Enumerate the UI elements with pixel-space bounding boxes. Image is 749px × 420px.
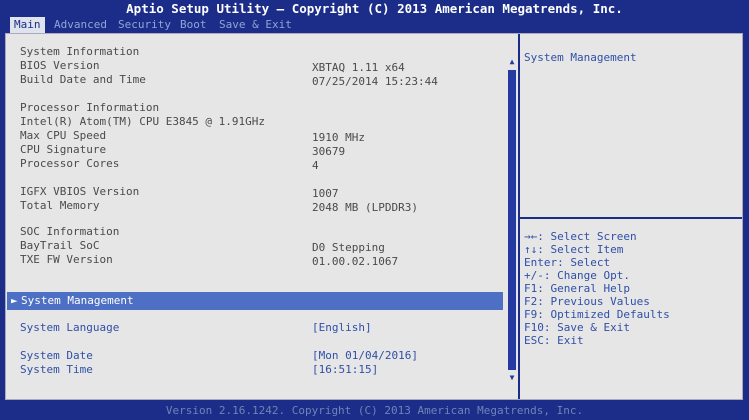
help-key-optimized-defaults: F9: Optimized Defaults — [524, 308, 670, 321]
help-key-enter: Enter: Select — [524, 256, 611, 269]
total-memory-value: 2048 MB (LPDDR3) — [312, 201, 418, 214]
build-date-label: Build Date and Time — [20, 73, 146, 86]
system-date-label[interactable]: System Date — [20, 349, 93, 363]
system-language-value[interactable]: [English] — [312, 321, 372, 335]
help-description: System Management — [524, 51, 637, 64]
system-date-value[interactable]: [Mon 01/04/2016] — [312, 349, 418, 363]
window-title: Aptio Setup Utility – Copyright (C) 2013… — [126, 1, 623, 16]
tab-boot[interactable]: Boot — [180, 17, 207, 33]
help-key-select-item: ↑↓: Select Item — [524, 243, 624, 256]
help-divider — [520, 217, 742, 219]
tab-advanced[interactable]: Advanced — [54, 17, 107, 33]
processor-cores-value: 4 — [312, 159, 319, 172]
section-system-information: System Information — [20, 45, 140, 58]
max-cpu-speed-value: 1910 MHz — [312, 131, 365, 144]
igfx-vbios-value: 1007 — [312, 187, 339, 200]
system-language-label[interactable]: System Language — [20, 321, 119, 335]
bios-version-label: BIOS Version — [20, 59, 100, 72]
system-time-value[interactable]: [16:51:15] — [312, 363, 378, 377]
baytrail-soc-value: D0 Stepping — [312, 241, 385, 254]
scrollbar[interactable]: ▲ ▼ — [508, 56, 516, 382]
system-management-label: System Management — [21, 294, 134, 307]
scroll-up-icon[interactable]: ▲ — [508, 58, 516, 66]
processor-cores-label: Processor Cores — [20, 157, 120, 170]
cpu-signature-label: CPU Signature — [20, 143, 107, 156]
txe-fw-version-label: TXE FW Version — [20, 253, 113, 266]
tab-save-exit[interactable]: Save & Exit — [219, 17, 292, 33]
system-management-menu-item[interactable]: ► System Management — [7, 292, 503, 310]
help-key-previous-values: F2: Previous Values — [524, 295, 650, 308]
tab-security[interactable]: Security — [118, 17, 171, 33]
total-memory-label: Total Memory — [20, 199, 100, 212]
baytrail-soc-label: BayTrail SoC — [20, 239, 100, 252]
help-key-change-opt: +/-: Change Opt. — [524, 269, 630, 282]
section-soc-information: SOC Information — [20, 225, 120, 238]
cpu-name: Intel(R) Atom(TM) CPU E3845 @ 1.91GHz — [20, 115, 266, 128]
help-key-select-screen: →←: Select Screen — [524, 230, 637, 243]
footer-version: Version 2.16.1242. Copyright (C) 2013 Am… — [165, 404, 584, 417]
help-key-general-help: F1: General Help — [524, 282, 630, 295]
scrollbar-thumb[interactable] — [508, 70, 516, 370]
section-processor-information: Processor Information — [20, 101, 160, 114]
max-cpu-speed-label: Max CPU Speed — [20, 129, 107, 142]
main-panel: System Information BIOS Version XBTAQ 1.… — [5, 33, 743, 400]
system-time-label[interactable]: System Time — [20, 363, 93, 377]
igfx-vbios-label: IGFX VBIOS Version — [20, 185, 140, 198]
cpu-signature-value: 30679 — [312, 145, 346, 158]
build-date-value: 07/25/2014 15:23:44 — [312, 75, 438, 88]
bios-version-value: XBTAQ 1.11 x64 — [312, 61, 405, 74]
submenu-arrow-icon: ► — [11, 294, 18, 307]
tab-main[interactable]: Main — [10, 17, 45, 33]
scroll-down-icon[interactable]: ▼ — [508, 374, 516, 382]
help-key-save-exit: F10: Save & Exit — [524, 321, 630, 334]
txe-fw-version-value: 01.00.02.1067 — [312, 255, 399, 268]
help-key-esc-exit: ESC: Exit — [524, 334, 584, 347]
